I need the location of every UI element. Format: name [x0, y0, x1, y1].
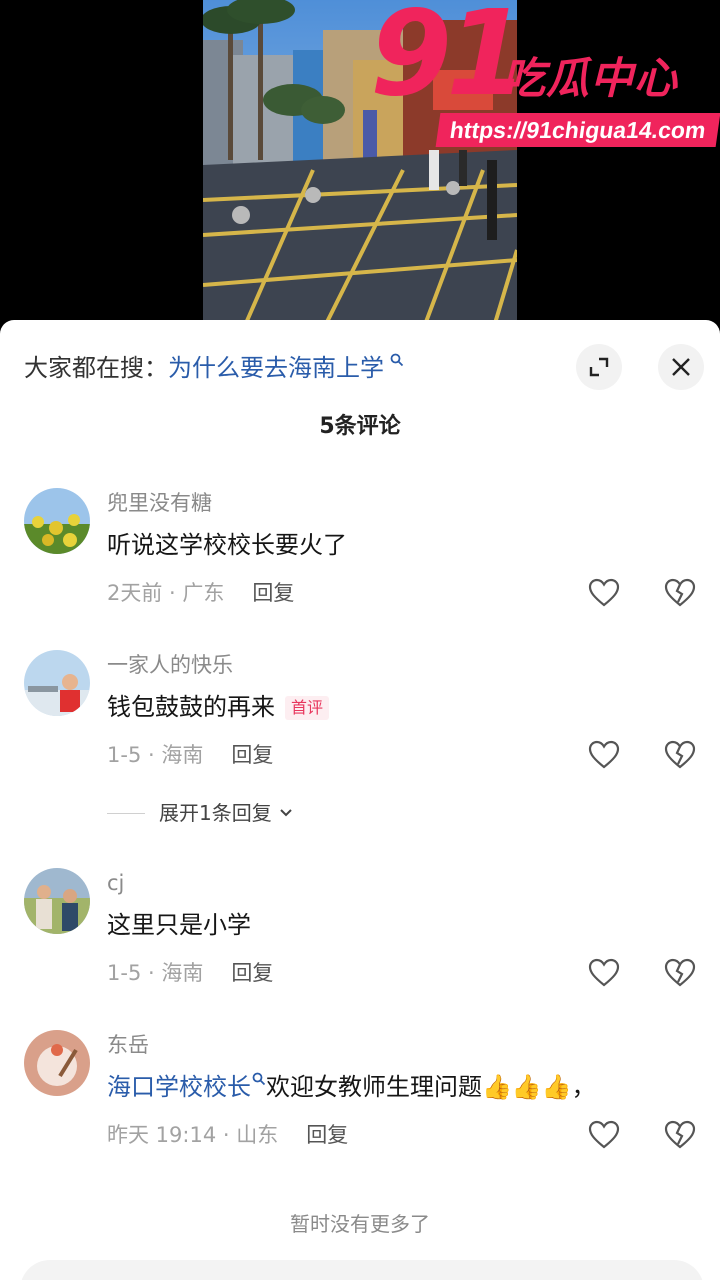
broken-heart-icon[interactable] [664, 1120, 696, 1150]
close-button[interactable] [658, 344, 704, 390]
first-comment-badge: 首评 [285, 696, 330, 720]
close-icon [672, 358, 690, 376]
heart-icon[interactable] [588, 1120, 620, 1150]
search-link[interactable]: 海口学校校长 [107, 1073, 251, 1101]
comment-sheet: 大家都在搜：为什么要去海南上学 5条评论 兜里没有糖 听说这学校校长要火了 2天… [0, 320, 720, 1280]
comment-meta: 1-5 · 海南 回复 [107, 958, 273, 988]
comment-meta: 1-5 · 海南 回复 [107, 740, 273, 770]
watermark: 91 吃瓜中心 https://91chigua14.com [370, 0, 720, 148]
trending-search-term[interactable]: 为什么要去海南上学 [168, 354, 384, 382]
watermark-name: 吃瓜中心 [502, 54, 678, 104]
heart-icon[interactable] [588, 578, 620, 608]
reply-button[interactable]: 回复 [231, 743, 273, 767]
video-player[interactable]: 91 吃瓜中心 https://91chigua14.com [0, 0, 720, 330]
reply-button[interactable]: 回复 [252, 581, 294, 605]
expand-replies-button[interactable]: 展开1条回复 [107, 798, 294, 828]
time-location: 昨天 19:14 · 山东 [107, 1123, 279, 1147]
time-location: 2天前 · 广东 [107, 581, 225, 605]
heart-icon[interactable] [588, 958, 620, 988]
comment-meta: 昨天 19:14 · 山东 回复 [107, 1120, 348, 1150]
comment-text: 听说这学校校长要火了 [107, 531, 347, 559]
chevron-down-icon [280, 809, 292, 817]
expand-replies-label: 展开1条回复 [159, 801, 272, 825]
comment-text-body: 钱包鼓鼓的再来 [107, 693, 275, 721]
broken-heart-icon[interactable] [664, 578, 696, 608]
watermark-url: https://91chigua14.com [435, 113, 720, 147]
trending-search-label: 大家都在搜： [24, 354, 168, 382]
search-icon [385, 353, 404, 371]
comment-text: 海口学校校长 欢迎女教师生理问题👍👍👍， [107, 1070, 596, 1104]
username[interactable]: 东岳 [107, 1030, 149, 1060]
username[interactable]: 一家人的快乐 [107, 650, 233, 680]
comment-meta: 2天前 · 广东 回复 [107, 578, 294, 608]
trending-search[interactable]: 大家都在搜：为什么要去海南上学 [24, 350, 404, 386]
divider [107, 812, 145, 814]
avatar[interactable] [24, 650, 90, 716]
avatar[interactable] [24, 488, 90, 554]
comment-input-bar[interactable] [20, 1260, 704, 1280]
reply-button[interactable]: 回复 [231, 961, 273, 985]
watermark-number: 91 [370, 0, 528, 122]
expand-icon [589, 357, 609, 377]
avatar[interactable] [24, 1030, 90, 1096]
time-location: 1-5 · 海南 [107, 743, 204, 767]
search-icon [252, 1072, 266, 1090]
reply-button[interactable]: 回复 [306, 1123, 348, 1147]
broken-heart-icon[interactable] [664, 740, 696, 770]
expand-button[interactable] [576, 344, 622, 390]
comment-count: 5条评论 [319, 414, 401, 439]
heart-icon[interactable] [588, 740, 620, 770]
username[interactable]: 兜里没有糖 [107, 488, 212, 518]
no-more-comments: 暂时没有更多了 [290, 1212, 430, 1236]
comment-text-body: 欢迎女教师生理问题 [266, 1073, 482, 1101]
thumbs-up-emoji: 👍👍👍， [482, 1073, 596, 1101]
avatar[interactable] [24, 868, 90, 934]
time-location: 1-5 · 海南 [107, 961, 204, 985]
comment-text: 钱包鼓鼓的再来 首评 [107, 690, 330, 724]
comment-text: 这里只是小学 [107, 911, 251, 939]
broken-heart-icon[interactable] [664, 958, 696, 988]
username[interactable]: cj [107, 868, 124, 898]
